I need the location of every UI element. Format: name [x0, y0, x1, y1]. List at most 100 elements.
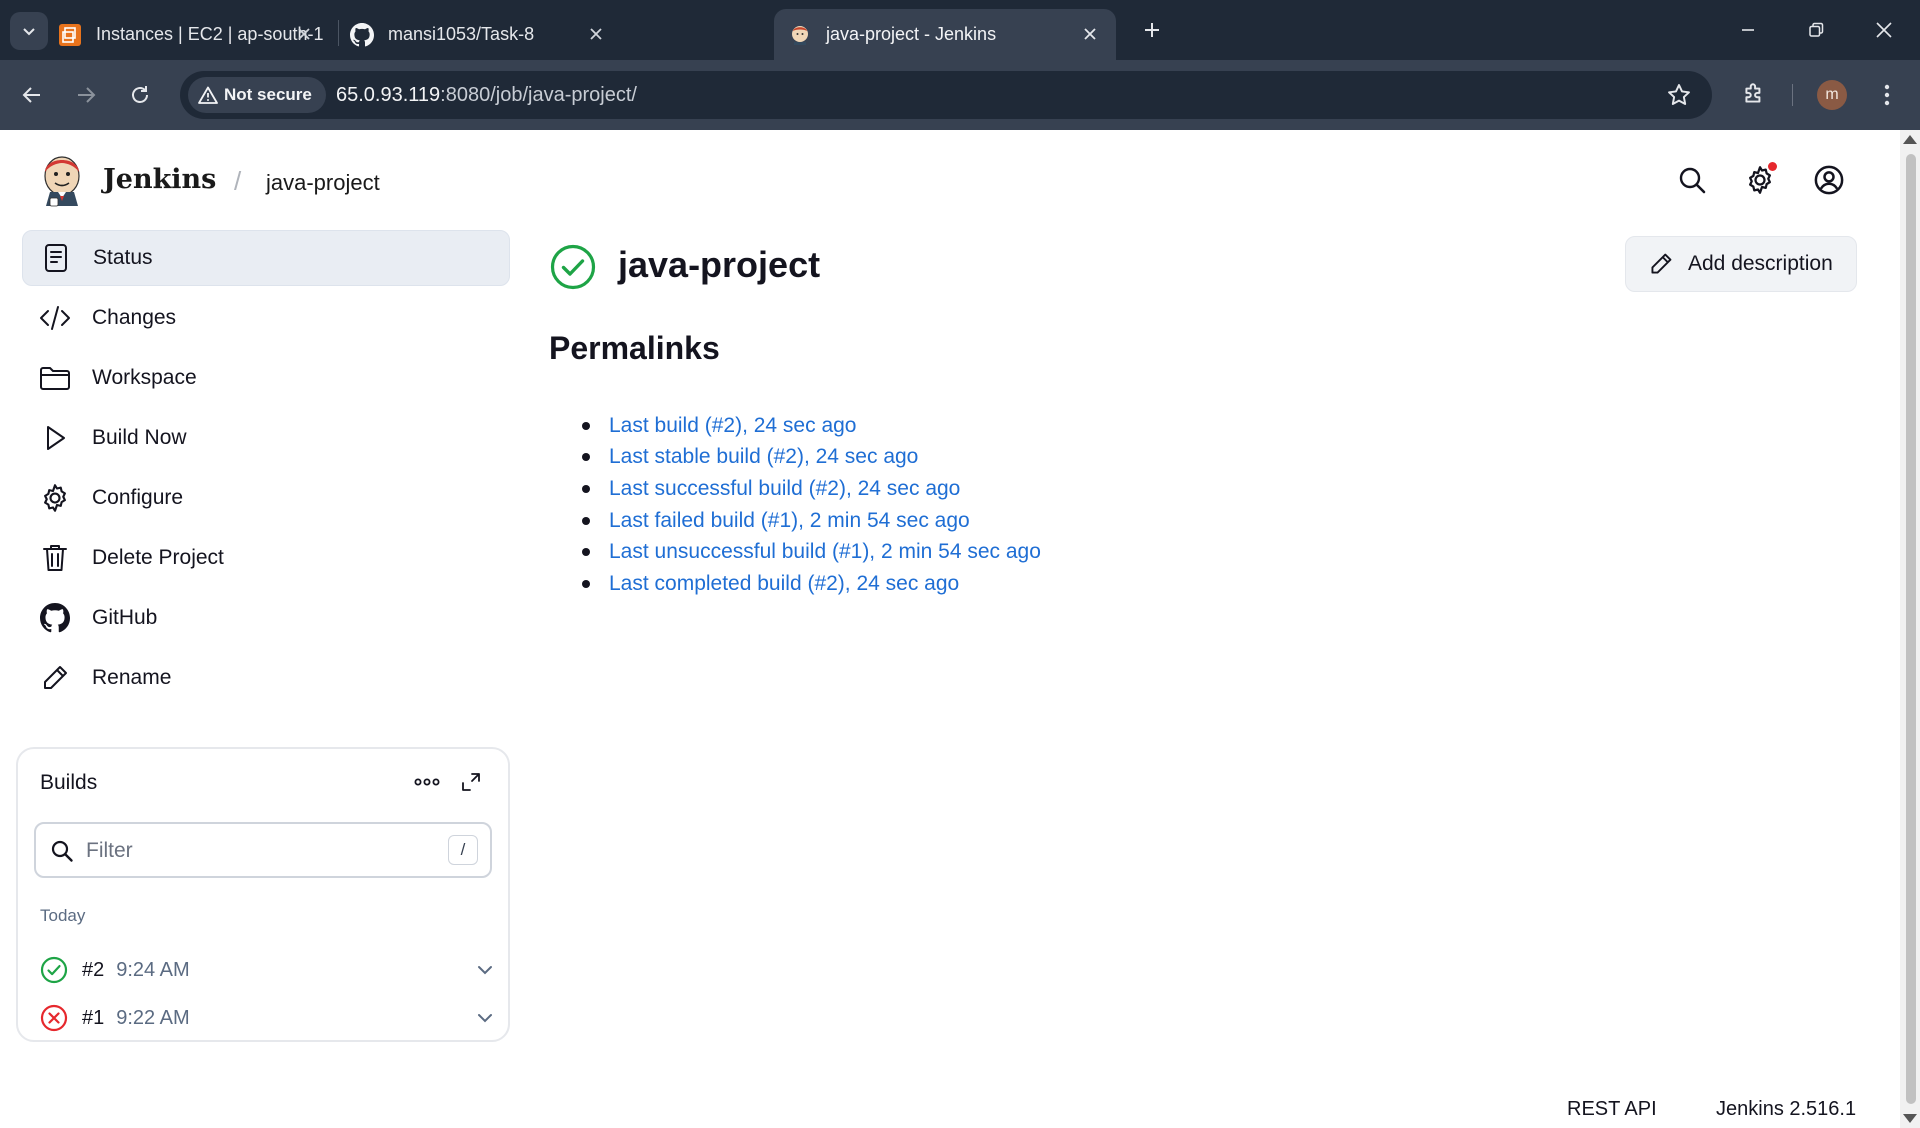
- add-description-label: Add description: [1688, 252, 1833, 275]
- scrollbar-thumb[interactable]: [1906, 154, 1916, 1104]
- build-row[interactable]: #1 9:22 AM: [40, 998, 492, 1038]
- forward-button[interactable]: [68, 77, 104, 113]
- bullet: [582, 421, 590, 430]
- permalink-last-build[interactable]: Last build (#2), 24 sec ago: [609, 414, 857, 438]
- minimize-button[interactable]: [1728, 12, 1768, 48]
- sidebar-item-configure[interactable]: Configure: [22, 470, 510, 526]
- permalink-last-unsuccessful-build[interactable]: Last unsuccessful build (#1), 2 min 54 s…: [609, 540, 1041, 564]
- permalink-last-successful-build[interactable]: Last successful build (#2), 24 sec ago: [609, 477, 960, 501]
- sidebar-item-build-now[interactable]: Build Now: [22, 410, 510, 466]
- pencil-icon: [38, 661, 72, 695]
- more-horizontal-icon[interactable]: [410, 767, 444, 797]
- user-account-icon[interactable]: [1812, 163, 1846, 197]
- more-vertical-icon: [1884, 84, 1890, 106]
- sidebar-item-workspace[interactable]: Workspace: [22, 350, 510, 406]
- url-host: 65.0.93.119: [336, 84, 441, 106]
- permalink-last-stable-build[interactable]: Last stable build (#2), 24 sec ago: [609, 445, 918, 469]
- close-icon[interactable]: [584, 22, 608, 46]
- aws-ec2-icon: [58, 23, 82, 47]
- chevron-down-icon[interactable]: [474, 959, 496, 981]
- tab-title: mansi1053/Task-8: [388, 24, 535, 44]
- build-row[interactable]: #2 9:24 AM: [40, 950, 492, 990]
- scroll-up-arrow-icon[interactable]: [1903, 135, 1917, 144]
- sidebar-item-label: Delete Project: [92, 546, 224, 569]
- arrow-left-icon: [22, 87, 40, 103]
- tab-github-repo[interactable]: mansi1053/Task-8: [350, 9, 622, 60]
- sidebar-item-label: Workspace: [92, 366, 197, 389]
- github-icon: [350, 22, 374, 47]
- build-time: 9:22 AM: [116, 1006, 190, 1029]
- scroll-down-arrow-icon[interactable]: [1903, 1114, 1917, 1123]
- jenkins-brand[interactable]: Jenkins: [103, 164, 216, 195]
- code-icon: [38, 301, 72, 335]
- job-success-status-icon: [549, 243, 597, 291]
- rest-api-link[interactable]: REST API: [1567, 1098, 1657, 1121]
- search-icon: [51, 840, 73, 862]
- sidebar-item-label: Rename: [92, 666, 172, 689]
- browser-toolbar: Not secure 65.0.93.119:8080/job/java-pro…: [0, 60, 1920, 130]
- github-icon: [38, 601, 72, 635]
- sidebar-item-label: Status: [93, 246, 153, 269]
- new-tab-button[interactable]: [1136, 14, 1168, 46]
- restore-button[interactable]: [1796, 12, 1836, 48]
- keyboard-shortcut-hint: /: [448, 835, 478, 865]
- extensions-button[interactable]: [1738, 78, 1770, 110]
- bullet: [582, 516, 590, 525]
- page-scrollbar[interactable]: [1900, 130, 1920, 1128]
- tab-title: Instances | EC2 | ap-south-1: [96, 24, 324, 44]
- sidebar-item-status[interactable]: Status: [22, 230, 510, 286]
- search-icon[interactable]: [1675, 163, 1709, 197]
- back-button[interactable]: [14, 77, 50, 113]
- bookmark-star-icon[interactable]: [1666, 82, 1692, 108]
- play-icon: [38, 421, 72, 455]
- reload-button[interactable]: [122, 77, 158, 113]
- sidebar-item-delete-project[interactable]: Delete Project: [22, 530, 510, 586]
- toolbar-divider: [1792, 84, 1793, 106]
- builds-filter-input[interactable]: [86, 836, 426, 866]
- address-bar[interactable]: Not secure 65.0.93.119:8080/job/java-pro…: [180, 71, 1712, 119]
- url-text[interactable]: 65.0.93.119:8080/job/java-project/: [336, 84, 637, 107]
- failed-status-icon: [40, 1004, 68, 1032]
- security-label: Not secure: [224, 85, 312, 104]
- list-item: Last build (#2), 24 sec ago: [582, 410, 1041, 442]
- arrow-right-icon: [78, 87, 96, 103]
- tab-search-button[interactable]: [10, 12, 48, 50]
- warning-icon: [198, 86, 218, 104]
- close-icon[interactable]: [292, 22, 316, 46]
- chevron-down-icon[interactable]: [474, 1007, 496, 1029]
- jenkins-version-link[interactable]: Jenkins 2.516.1: [1716, 1098, 1856, 1121]
- folder-icon: [38, 361, 72, 395]
- sidebar-item-label: Configure: [92, 486, 184, 509]
- builds-title: Builds: [40, 771, 98, 794]
- chevron-down-icon: [23, 28, 35, 36]
- tab-ec2-instances[interactable]: Instances | EC2 | ap-south-1: [58, 9, 330, 60]
- build-number[interactable]: #2: [82, 959, 104, 982]
- close-icon: [1876, 22, 1892, 38]
- permalink-last-failed-build[interactable]: Last failed build (#1), 2 min 54 sec ago: [609, 509, 970, 533]
- breadcrumb-job[interactable]: java-project: [266, 170, 380, 196]
- bullet: [582, 484, 590, 493]
- permalink-last-completed-build[interactable]: Last completed build (#2), 24 sec ago: [609, 572, 959, 596]
- expand-icon[interactable]: [458, 769, 484, 795]
- permalinks-list: Last build (#2), 24 sec ago Last stable …: [582, 410, 1041, 600]
- build-number[interactable]: #1: [82, 1007, 104, 1030]
- add-description-button[interactable]: Add description: [1625, 236, 1857, 292]
- sidebar-item-rename[interactable]: Rename: [22, 650, 510, 706]
- tab-jenkins-job[interactable]: java-project - Jenkins: [774, 9, 1116, 60]
- jenkins-logo-icon[interactable]: [40, 152, 84, 208]
- sidebar-item-changes[interactable]: Changes: [22, 290, 510, 346]
- permalinks-heading: Permalinks: [549, 330, 720, 366]
- builds-filter: /: [34, 822, 492, 878]
- page-title: java-project: [618, 244, 821, 285]
- sidebar-item-label: GitHub: [92, 606, 158, 629]
- close-window-button[interactable]: [1864, 12, 1904, 48]
- site-info-chip[interactable]: Not secure: [188, 77, 326, 113]
- minimize-icon: [1742, 29, 1754, 31]
- sidebar-item-github[interactable]: GitHub: [22, 590, 510, 646]
- close-icon[interactable]: [1078, 22, 1102, 46]
- browser-menu-button[interactable]: [1872, 79, 1902, 111]
- success-status-icon: [40, 956, 68, 984]
- list-item: Last unsuccessful build (#1), 2 min 54 s…: [582, 536, 1041, 568]
- notification-dot: [1768, 162, 1777, 171]
- profile-avatar[interactable]: m: [1817, 80, 1847, 110]
